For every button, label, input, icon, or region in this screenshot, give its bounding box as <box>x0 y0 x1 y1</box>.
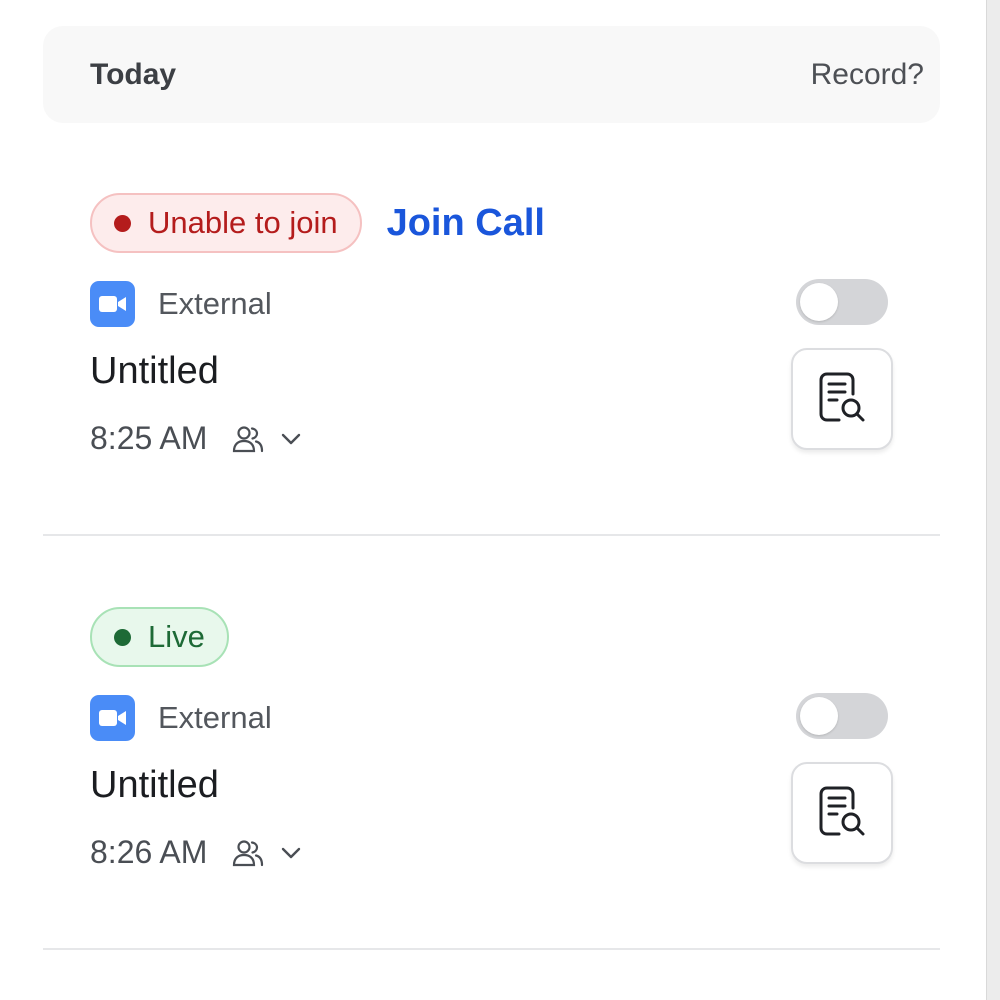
day-title: Today <box>90 57 177 91</box>
chevron-down-icon[interactable] <box>279 845 303 861</box>
status-dot <box>114 628 131 646</box>
meeting-notes-button[interactable] <box>791 762 893 864</box>
record-toggle[interactable] <box>796 279 888 325</box>
meeting-title: Untitled <box>90 764 219 806</box>
meeting-time: 8:26 AM <box>90 834 208 870</box>
join-call-link[interactable]: Join Call <box>387 202 545 245</box>
meeting-time: 8:25 AM <box>90 420 208 456</box>
status-badge: Live <box>90 607 229 667</box>
source-row: External <box>90 281 272 327</box>
source-row: External <box>90 695 272 741</box>
record-column-label: Record? <box>810 57 924 91</box>
document-search-icon <box>817 370 867 429</box>
time-row: 8:25 AM <box>90 420 303 457</box>
meeting-item: Live External Untitled 8:26 AM <box>43 590 940 950</box>
status-label: Unable to join <box>148 205 338 240</box>
document-search-icon <box>817 784 867 843</box>
people-icon[interactable] <box>231 838 265 868</box>
source-label: External <box>158 286 272 321</box>
toggle-knob <box>800 283 838 321</box>
status-badge: Unable to join <box>90 193 362 253</box>
time-row: 8:26 AM <box>90 834 303 871</box>
record-toggle[interactable] <box>796 693 888 739</box>
source-label: External <box>158 700 272 735</box>
window-edge <box>986 0 1000 1000</box>
zoom-video-icon <box>90 281 135 327</box>
divider <box>43 534 940 536</box>
day-header: Today Record? <box>43 26 940 123</box>
toggle-knob <box>800 697 838 735</box>
meetings-panel: Today Record? Unable to join Join Call E… <box>0 0 1000 1000</box>
zoom-video-icon <box>90 695 135 741</box>
meeting-title: Untitled <box>90 350 219 392</box>
status-row: Unable to join Join Call <box>90 193 545 253</box>
divider <box>43 948 940 950</box>
meeting-item: Unable to join Join Call External Untitl… <box>43 176 940 536</box>
status-label: Live <box>148 619 205 654</box>
chevron-down-icon[interactable] <box>279 431 303 447</box>
status-dot <box>114 214 131 232</box>
meeting-notes-button[interactable] <box>791 348 893 450</box>
status-row: Live <box>90 607 229 667</box>
people-icon[interactable] <box>231 424 265 454</box>
